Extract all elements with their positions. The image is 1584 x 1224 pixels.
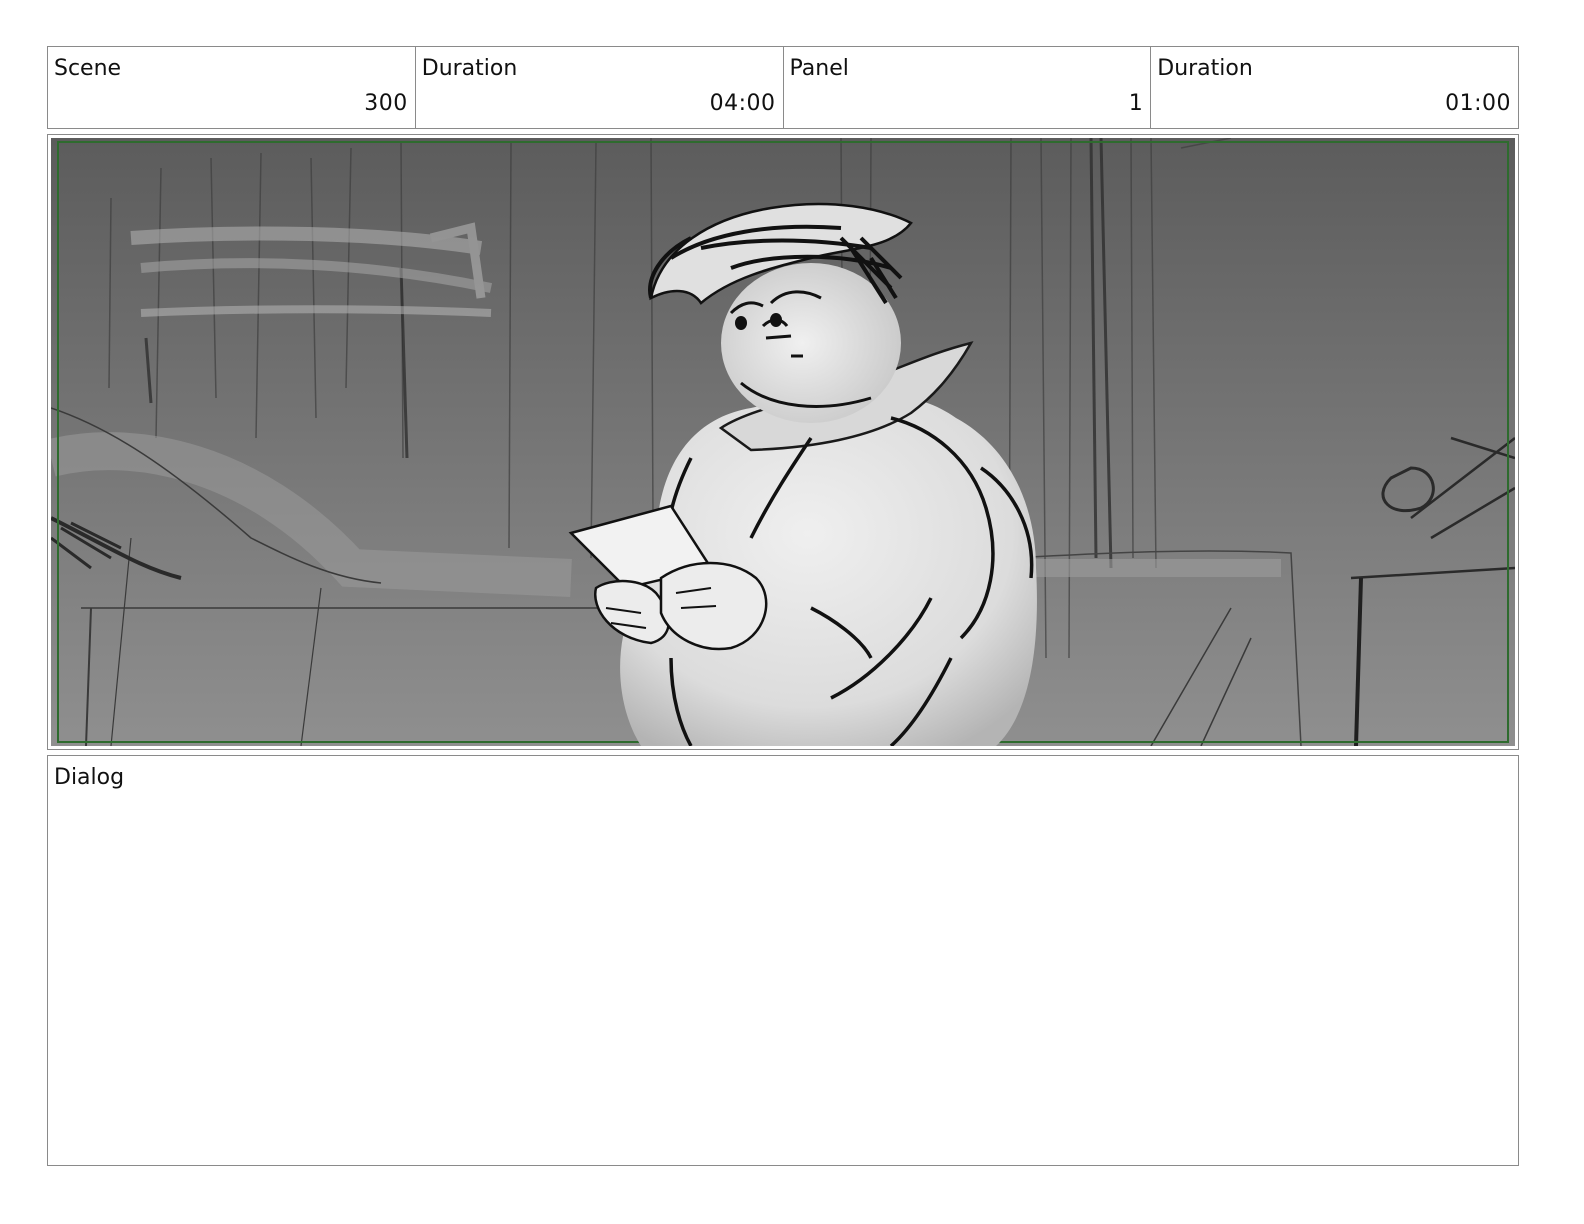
panel-number: 1: [1128, 91, 1144, 116]
panel-sketch: [51, 138, 1515, 746]
scene-cell: Scene 300: [48, 47, 416, 128]
panel-cell: Panel 1: [784, 47, 1152, 128]
storyboard-panel-image: [51, 138, 1515, 746]
scene-label: Scene: [54, 56, 122, 81]
scene-duration-label: Duration: [421, 56, 518, 81]
character-eye-left: [735, 316, 747, 330]
scene-number: 300: [364, 91, 408, 116]
scene-duration-cell: Duration 04:00: [416, 47, 784, 128]
panel-duration-value: 01:00: [1445, 91, 1511, 116]
panel-duration-label: Duration: [1157, 56, 1253, 81]
scene-duration-value: 04:00: [709, 91, 776, 116]
panel-label: Panel: [789, 56, 849, 81]
character-eye-right: [770, 313, 782, 327]
dialog-label: Dialog: [54, 765, 125, 790]
storyboard-header: Scene 300 Duration 04:00 Panel 1 Duratio…: [47, 46, 1519, 129]
storyboard-panel-frame: [47, 134, 1519, 750]
dialog-box[interactable]: Dialog: [47, 755, 1519, 1166]
panel-duration-cell: Duration 01:00: [1151, 47, 1518, 128]
